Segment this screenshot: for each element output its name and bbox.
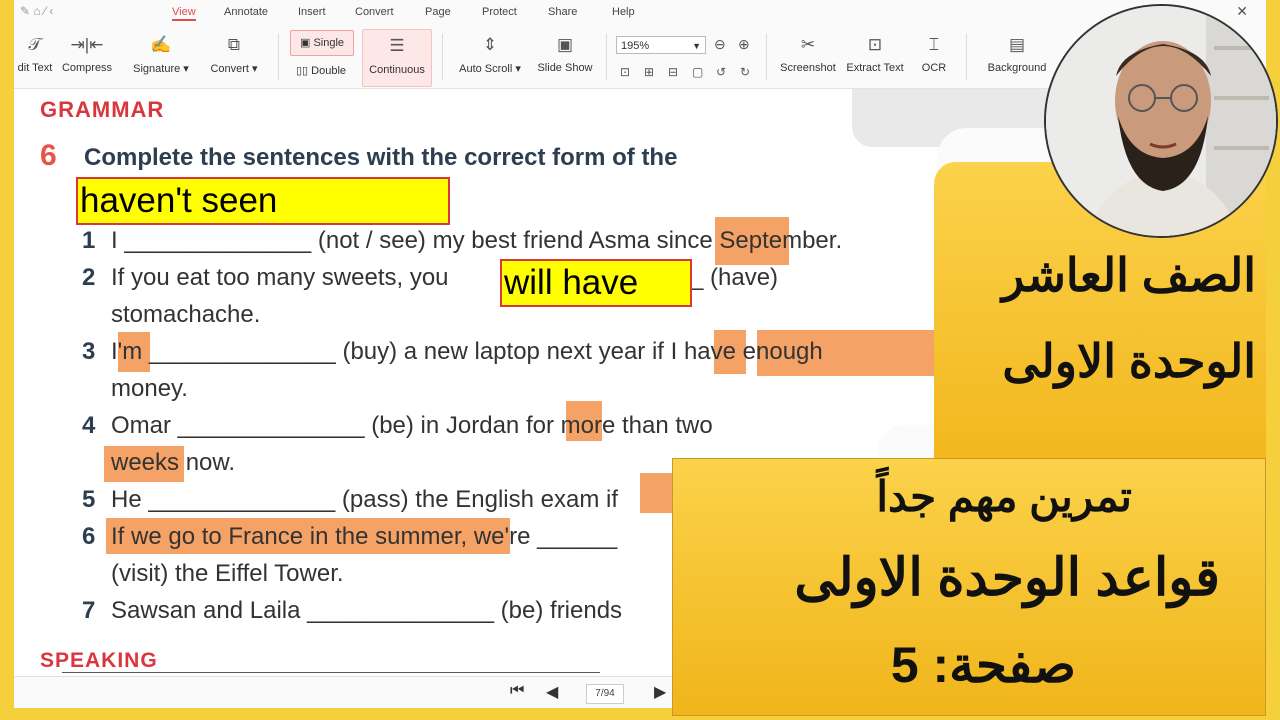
- actual-size-icon[interactable]: ⊡: [620, 65, 630, 79]
- slide-show-button[interactable]: ▣ Slide Show: [536, 34, 594, 74]
- sentence-number: 4: [82, 412, 96, 439]
- grammar-heading: GRAMMAR: [40, 97, 165, 122]
- menu-annotate[interactable]: Annotate: [224, 6, 268, 18]
- caption-line-3: صفحة: 5: [890, 637, 1076, 693]
- exercise-title: Complete the sentences with the correct …: [84, 144, 678, 171]
- signature-icon: ✍: [150, 35, 172, 54]
- zoom-in-icon[interactable]: ⊕: [738, 36, 750, 53]
- extract-text-button[interactable]: ⊡ Extract Text: [844, 34, 906, 74]
- fit-width-icon[interactable]: ⊟: [668, 65, 678, 79]
- menu-convert[interactable]: Convert: [355, 6, 394, 18]
- first-page-icon[interactable]: ⏮: [510, 682, 524, 700]
- page-number-input[interactable]: 7/94: [586, 684, 624, 704]
- sentence-number: 1: [82, 227, 96, 254]
- extract-text-icon: ⊡: [867, 35, 883, 54]
- fit-page-icon[interactable]: ⊞: [644, 65, 654, 79]
- ocr-button[interactable]: ⌶ OCR: [914, 34, 954, 74]
- presenter-image: [1046, 6, 1276, 236]
- menu-protect[interactable]: Protect: [482, 6, 517, 18]
- sentence-text: If you eat too many sweets, you: [111, 264, 449, 291]
- menu-insert[interactable]: Insert: [298, 6, 326, 18]
- sentence-text: If we go to France in the summer, we're …: [111, 523, 618, 550]
- unit-label: الوحدة الاولى: [1002, 335, 1256, 387]
- close-icon[interactable]: ✕: [1236, 3, 1248, 20]
- auto-scroll-button[interactable]: ⇕ Auto Scroll ▾: [454, 34, 526, 75]
- signature-button[interactable]: ✍ Signature ▾: [128, 34, 194, 75]
- sentence-text: Omar ______________ (be) in Jordan for m…: [111, 412, 713, 439]
- answer-box: will have: [500, 259, 692, 307]
- sentence-text: (visit) the Eiffel Tower.: [111, 560, 344, 587]
- exercise-number: 6: [40, 139, 57, 172]
- divider: [62, 672, 600, 673]
- sentence-text: money.: [111, 375, 188, 402]
- compress-icon: ⇥|⇤: [70, 35, 104, 54]
- single-page-button[interactable]: ▣ Single: [290, 30, 354, 56]
- toolbar-divider: [966, 34, 967, 80]
- sentence-number: 2: [82, 264, 96, 291]
- speaking-heading: SPEAKING: [40, 649, 158, 672]
- zoom-out-icon[interactable]: ⊖: [714, 36, 726, 53]
- menu-help[interactable]: Help: [612, 6, 635, 18]
- ocr-icon: ⌶: [928, 35, 940, 54]
- sentence-number: 5: [82, 486, 96, 513]
- continuous-button[interactable]: ☰ Continuous: [362, 29, 432, 87]
- next-page-icon[interactable]: ▶: [654, 682, 666, 702]
- prev-page-icon[interactable]: ◀: [546, 682, 558, 702]
- continuous-icon: ☰: [389, 36, 405, 55]
- background-button[interactable]: ▤ Background: [984, 34, 1050, 74]
- double-page-icon: ▯▯: [296, 65, 309, 77]
- webcam-avatar: [1044, 4, 1278, 238]
- zoom-select[interactable]: 195% ▼: [616, 36, 706, 54]
- sentence-text: Sawsan and Laila ______________ (be) fri…: [111, 597, 623, 624]
- edit-text-button[interactable]: 𝒯 dit Text: [14, 34, 56, 74]
- sentence-text: _ (have): [690, 264, 779, 291]
- auto-scroll-icon: ⇕: [482, 35, 498, 54]
- rotate-right-icon[interactable]: ↻: [740, 65, 750, 79]
- background-icon: ▤: [1008, 35, 1026, 54]
- convert-icon: ⧉: [227, 35, 241, 54]
- caption-line-1: تمرين مهم جداً: [876, 473, 1132, 520]
- convert-button[interactable]: ⧉ Convert ▾: [206, 34, 262, 75]
- sentence-text: weeks now.: [111, 449, 236, 476]
- screenshot-button[interactable]: ✂ Screenshot: [776, 34, 840, 74]
- caption-line-2: قواعد الوحدة الاولى: [794, 549, 1220, 607]
- menu-view[interactable]: View: [172, 6, 196, 21]
- sentence-text: I'm ______________ (buy) a new laptop ne…: [111, 338, 823, 365]
- rotate-left-icon[interactable]: ↺: [716, 65, 726, 79]
- fit-visible-icon[interactable]: ▢: [692, 65, 703, 79]
- sentence-text: I ______________ (not / see) my best fri…: [111, 227, 843, 254]
- screenshot-icon: ✂: [800, 35, 816, 54]
- grade-label: الصف العاشر: [1001, 249, 1256, 301]
- edit-text-icon: 𝒯: [28, 35, 42, 54]
- toolbar-divider: [606, 34, 607, 80]
- single-page-icon: ▣: [299, 37, 311, 49]
- sentence-number: 7: [82, 597, 96, 624]
- double-page-button[interactable]: ▯▯ Double: [296, 64, 346, 77]
- sentence-number: 3: [82, 338, 96, 365]
- menu-share[interactable]: Share: [548, 6, 577, 18]
- answer-box: haven't seen: [76, 177, 450, 225]
- compress-button[interactable]: ⇥|⇤ Compress: [60, 34, 114, 74]
- menu-bar: ✎ ⌂ ⁄ ‹ View Annotate Insert Convert Pag…: [14, 0, 1266, 24]
- sentence-text: He ______________ (pass) the English exa…: [111, 486, 618, 513]
- toolbar-divider: [766, 34, 767, 80]
- sentence-number: 6: [82, 523, 96, 550]
- toolbar-divider: [278, 34, 279, 80]
- slide-show-icon: ▣: [556, 35, 574, 54]
- sentence-text: stomachache.: [111, 301, 261, 328]
- quick-access-icons[interactable]: ✎ ⌂ ⁄ ‹: [20, 4, 53, 18]
- toolbar-divider: [442, 34, 443, 80]
- chevron-down-icon: ▼: [692, 41, 701, 51]
- menu-page[interactable]: Page: [425, 6, 451, 18]
